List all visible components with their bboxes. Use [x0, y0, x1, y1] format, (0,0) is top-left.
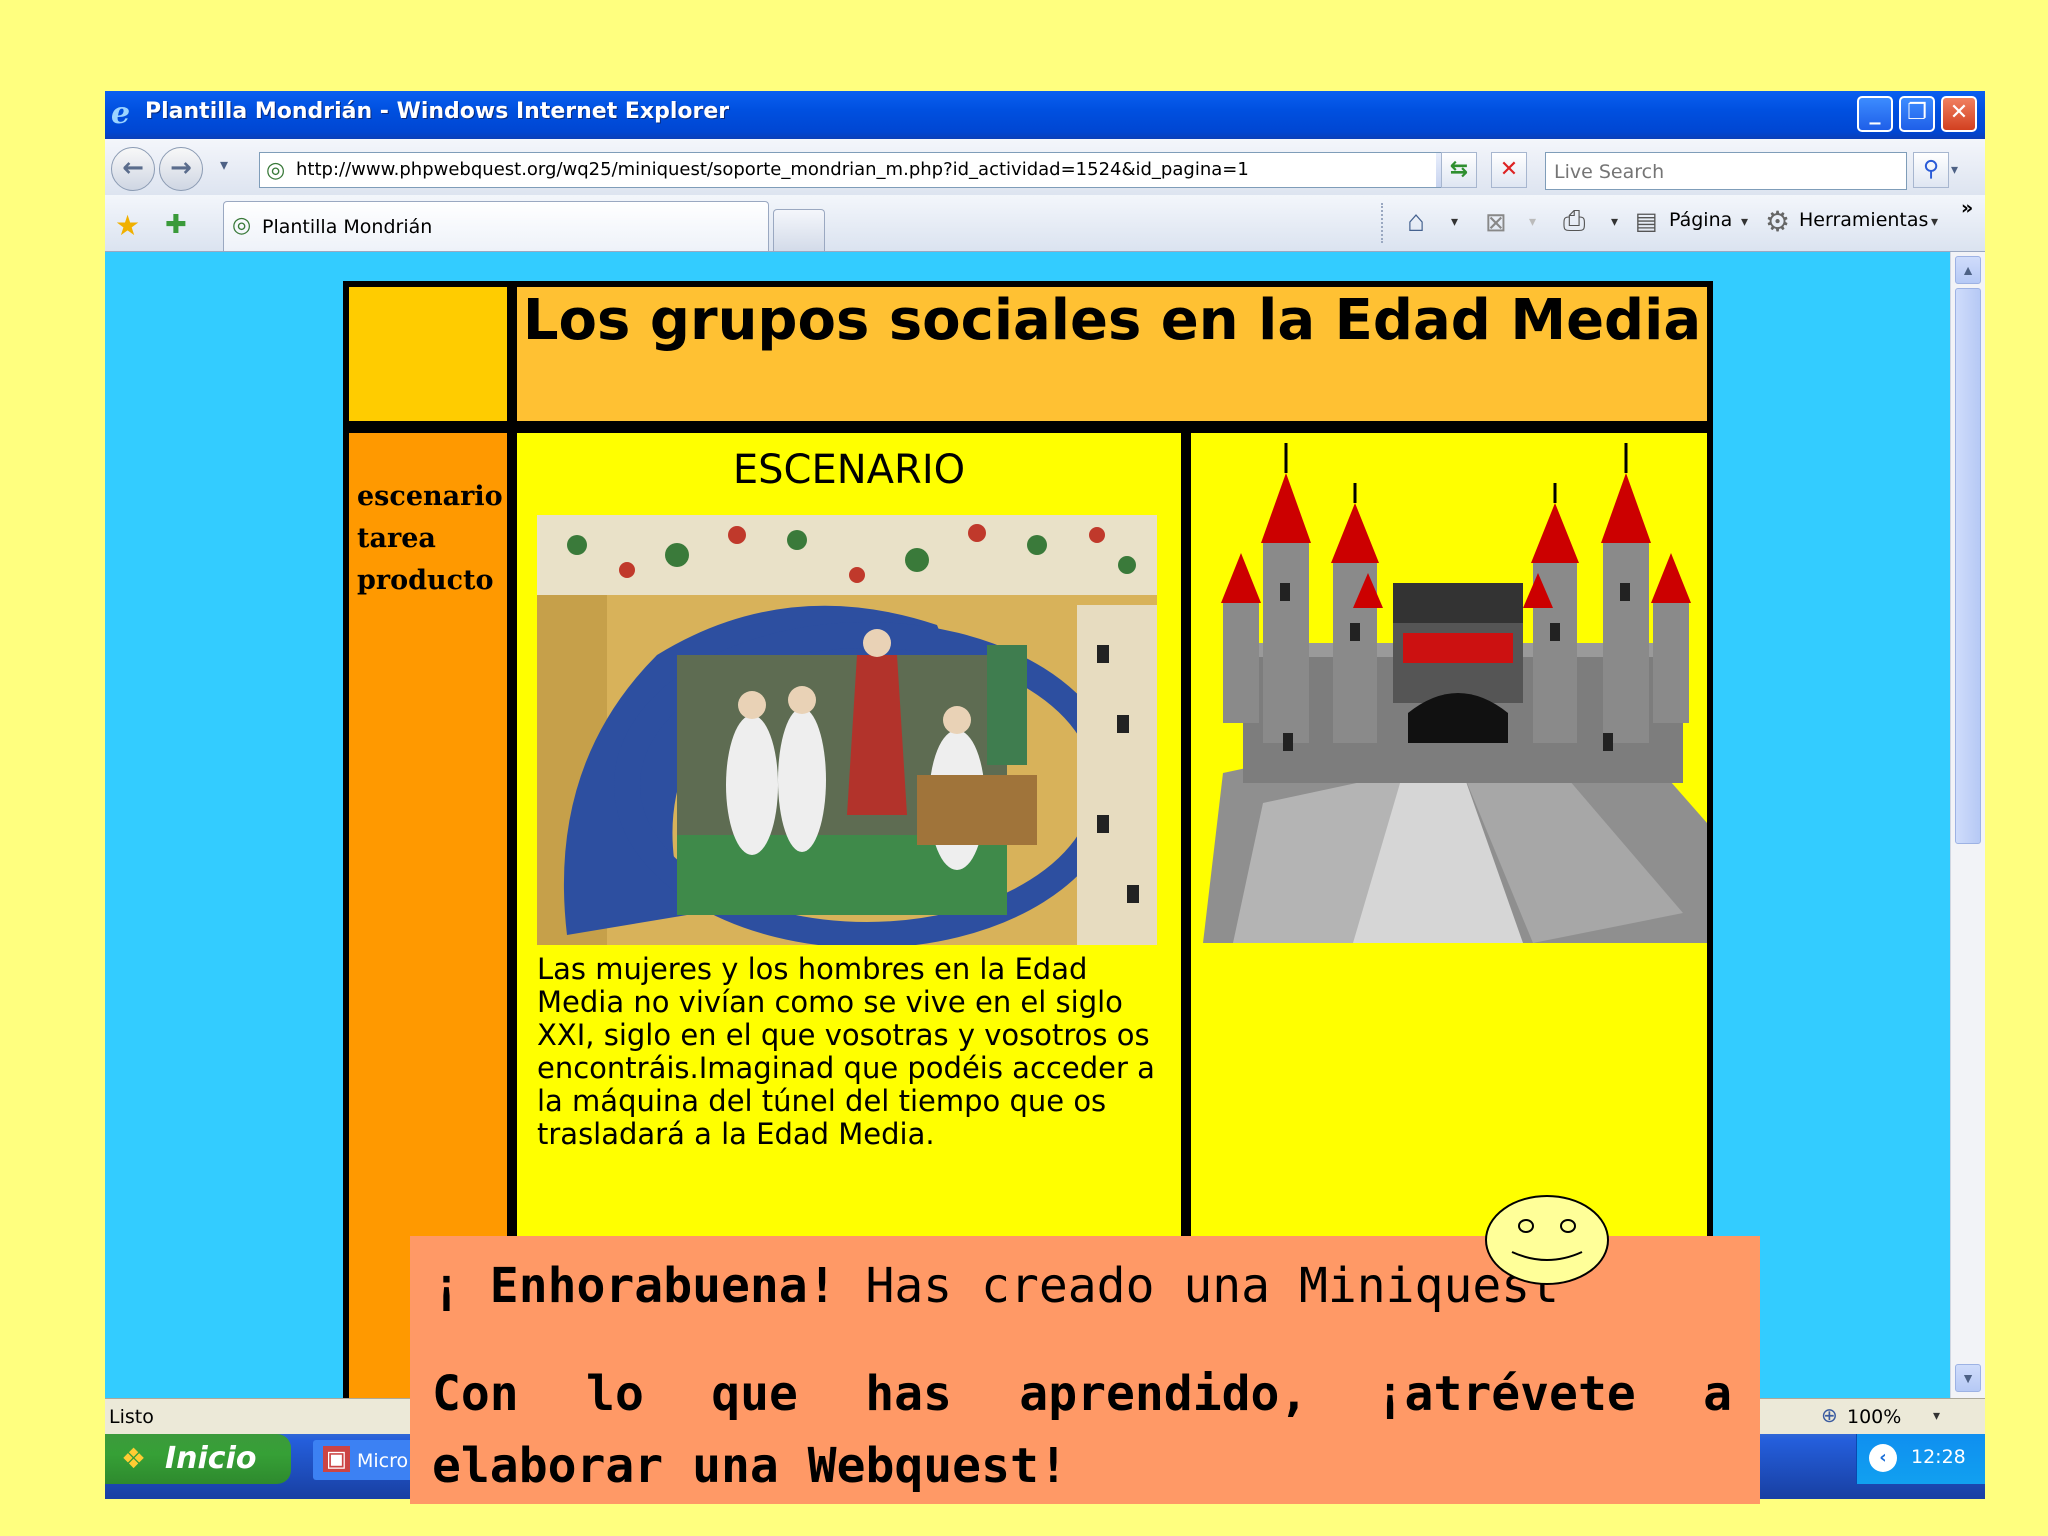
start-button[interactable]: ❖ Inicio	[105, 1434, 291, 1484]
restore-button[interactable]: ❐	[1899, 96, 1935, 132]
page-menu[interactable]: Página	[1669, 209, 1732, 231]
new-tab-button[interactable]	[773, 209, 825, 251]
stop-button[interactable]: ✕	[1491, 152, 1527, 188]
tools-dropdown-icon[interactable]: ▾	[1931, 213, 1938, 230]
tray-expand-icon[interactable]: ‹	[1869, 1444, 1897, 1472]
close-button[interactable]: ✕	[1941, 96, 1977, 132]
app-icon: ▣	[323, 1446, 350, 1472]
address-url: http://www.phpwebquest.org/wq25/miniques…	[296, 159, 1249, 180]
zoom-level[interactable]: 100%	[1847, 1406, 1901, 1428]
scroll-thumb[interactable]	[1955, 288, 1981, 844]
smiley-face-icon	[1485, 1195, 1609, 1285]
address-bar[interactable]: ◎ http://www.phpwebquest.org/wq25/miniqu…	[259, 152, 1465, 188]
feeds-icon[interactable]: ⊠	[1485, 207, 1507, 238]
menu-link-tarea[interactable]: tarea	[357, 523, 436, 554]
forward-button[interactable]: →	[159, 147, 203, 191]
tools-menu[interactable]: Herramientas	[1799, 209, 1928, 231]
menu-link-producto[interactable]: producto	[357, 565, 494, 596]
gear-icon: ⚙	[1765, 206, 1791, 237]
clock: 12:28	[1911, 1446, 1966, 1468]
search-box[interactable]	[1545, 152, 1907, 190]
tab-bar: ★ ✚ ◎ Plantilla Mondrián ⌂ ▾ ⊠ ▾ ⎙ ▾ ▤ P…	[105, 195, 1985, 252]
scroll-up-icon[interactable]: ▲	[1955, 256, 1981, 284]
castle-image	[1203, 443, 1707, 943]
windows-logo-icon: ❖	[121, 1442, 147, 1475]
taskbar-app-label: Micro	[357, 1450, 409, 1472]
favorites-star-icon[interactable]: ★	[115, 209, 140, 242]
back-button[interactable]: ←	[111, 147, 155, 191]
page-title: Los grupos sociales en la Edad Media	[522, 288, 1702, 353]
status-text: Listo	[109, 1406, 154, 1428]
zoom-dropdown-icon[interactable]: ▾	[1933, 1407, 1940, 1424]
note-bold: ¡ Enhorabuena!	[432, 1258, 837, 1314]
menu-link-escenario[interactable]: escenario	[357, 481, 503, 512]
print-icon[interactable]: ⎙	[1563, 205, 1585, 238]
tab-plantilla-mondrian[interactable]: ◎ Plantilla Mondrián	[223, 201, 769, 251]
search-icon[interactable]: ⚲	[1913, 152, 1949, 188]
window-title: Plantilla Mondrián - Windows Internet Ex…	[145, 99, 730, 124]
refresh-button[interactable]: ⇆	[1441, 152, 1477, 188]
tab-page-icon: ◎	[232, 212, 252, 237]
header-cell: Los grupos sociales en la Edad Media	[517, 287, 1707, 421]
intro-text: Las mujeres y los hombres en la Edad Med…	[537, 952, 1155, 1151]
illuminated-manuscript-image	[537, 515, 1157, 945]
feeds-dropdown-icon: ▾	[1529, 213, 1537, 229]
page-dropdown-icon[interactable]: ▾	[1741, 213, 1748, 230]
title-bar: e Plantilla Mondrián - Windows Internet …	[105, 91, 1985, 139]
ie-logo-icon: e	[111, 96, 131, 131]
home-dropdown-icon[interactable]: ▾	[1451, 213, 1458, 230]
start-label: Inicio	[165, 1441, 257, 1476]
search-input[interactable]	[1552, 155, 1896, 189]
note-line-1: ¡ Enhorabuena! Has creado una Miniquest	[432, 1258, 1559, 1314]
page-viewport: Los grupos sociales en la Edad Media esc…	[105, 252, 1950, 1398]
system-tray: ‹ 12:28	[1856, 1434, 1985, 1484]
home-icon[interactable]: ⌂	[1407, 205, 1425, 239]
toolbar-divider	[1381, 203, 1385, 243]
corner-cell	[349, 287, 507, 421]
note-rest: Has creado una Miniquest	[836, 1258, 1560, 1314]
section-heading: ESCENARIO	[732, 447, 966, 493]
history-dropdown-icon[interactable]: ▾	[220, 155, 240, 179]
note-line-2: Con lo que has aprendido, ¡atrévete a el…	[432, 1366, 1732, 1494]
page-icon: ◎	[266, 157, 286, 182]
minimize-button[interactable]: _	[1857, 96, 1893, 132]
navigation-bar: ← → ▾ ◎ http://www.phpwebquest.org/wq25/…	[105, 139, 1985, 195]
page-menu-icon: ▤	[1635, 208, 1658, 235]
add-favorites-icon[interactable]: ✚	[165, 209, 187, 240]
zoom-icon: ⊕	[1821, 1405, 1838, 1427]
print-dropdown-icon[interactable]: ▾	[1611, 213, 1618, 230]
chevron-more-icon[interactable]: »	[1961, 197, 1973, 219]
vertical-scrollbar[interactable]: ▲ ▼	[1950, 252, 1985, 1398]
search-options-icon[interactable]: ▾	[1951, 161, 1958, 178]
tab-label: Plantilla Mondrián	[262, 216, 433, 238]
scroll-down-icon[interactable]: ▼	[1955, 1364, 1981, 1392]
